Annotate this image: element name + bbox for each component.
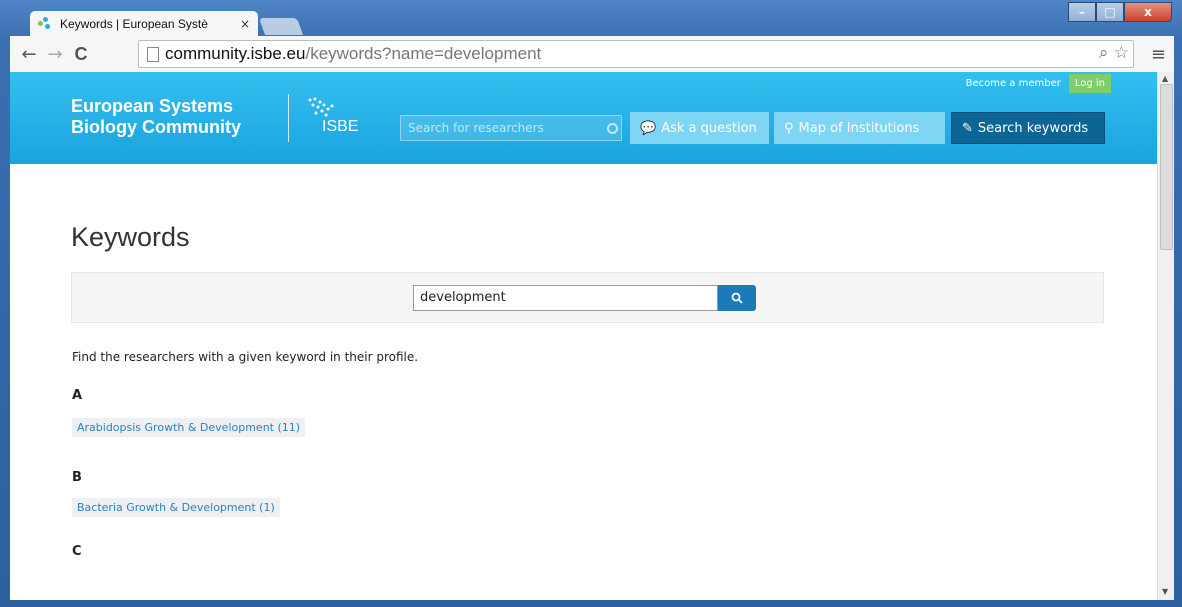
new-tab-button[interactable] [258, 18, 304, 35]
address-bar[interactable]: community.isbe.eu/keywords?name=developm… [138, 40, 1134, 68]
search-keywords-label: Search keywords [977, 120, 1089, 136]
account-links: Become a member Log in [966, 74, 1111, 93]
maximize-button[interactable]: □ [1096, 2, 1124, 22]
browser-menu-icon[interactable]: ≡ [1151, 44, 1166, 65]
keyword-link[interactable]: Arabidopsis Growth & Development (11) [72, 418, 306, 437]
map-institutions-button[interactable]: ⚲ Map of Institutions [774, 112, 945, 144]
chat-bubbles-icon: 💬 [640, 120, 657, 136]
brand-divider [288, 94, 289, 142]
back-button[interactable]: ← [18, 44, 40, 65]
browser-window: Keywords | European Systè × – □ x ← → C … [0, 0, 1182, 607]
letter-heading-a: A [72, 388, 83, 403]
tab-close-icon[interactable]: × [238, 17, 252, 31]
intro-text: Find the researchers with a given keywor… [72, 350, 419, 364]
become-member-link[interactable]: Become a member [966, 78, 1061, 89]
isbe-logo-text: ISBE [322, 118, 359, 135]
main-content: Keywords development Find the researcher… [10, 164, 1157, 562]
page-title: Keywords [71, 222, 190, 252]
forward-button[interactable]: → [44, 44, 66, 65]
scroll-up-arrow-icon[interactable]: ▲ [1162, 74, 1168, 83]
page-icon [147, 46, 159, 62]
keyword-search-button[interactable] [718, 285, 756, 311]
zoom-and-bookmark-icons[interactable]: ⌕ ☆ [1099, 43, 1129, 63]
ask-question-label: Ask a question [661, 120, 757, 136]
close-window-button[interactable]: x [1124, 2, 1172, 22]
keyword-link[interactable]: Bacteria Growth & Development (1) [72, 498, 280, 517]
window-controls: – □ x [1068, 2, 1172, 22]
login-button[interactable]: Log in [1068, 74, 1111, 93]
search-keywords-button[interactable]: ✎ Search keywords [951, 112, 1105, 144]
page-scrollbar[interactable]: ▲ ▼ [1157, 72, 1174, 600]
researcher-search-placeholder: Search for researchers [408, 121, 544, 135]
page-viewport: European Systems Biology Community ISBE … [10, 72, 1174, 600]
keyword-search-band: development [71, 272, 1104, 323]
favicon-icon [38, 16, 52, 31]
map-institutions-label: Map of Institutions [798, 120, 920, 136]
title-bar: Keywords | European Systè × – □ x [0, 0, 1182, 36]
keyword-search-input[interactable]: development [413, 285, 718, 311]
researcher-search-input[interactable]: Search for researchers [400, 115, 622, 141]
tab-title: Keywords | European Systè [60, 16, 208, 31]
url-host: community.isbe.eu [165, 44, 306, 63]
url-text: community.isbe.eu/keywords?name=developm… [165, 44, 541, 64]
tag-icon: ✎ [962, 120, 973, 136]
brand-line-1: European Systems [71, 96, 234, 116]
reload-button[interactable]: C [70, 44, 92, 65]
url-path: /keywords?name=development [305, 44, 542, 63]
search-icon [731, 292, 743, 304]
letter-heading-c: C [72, 544, 82, 559]
ask-question-button[interactable]: 💬 Ask a question [630, 112, 769, 144]
site-brand[interactable]: European Systems Biology Community [71, 96, 241, 138]
isbe-logo[interactable]: ISBE [306, 96, 362, 140]
letter-heading-b: B [72, 470, 82, 485]
minimize-button[interactable]: – [1068, 2, 1096, 22]
browser-toolbar: ← → C community.isbe.eu/keywords?name=de… [10, 36, 1174, 72]
scroll-down-arrow-icon[interactable]: ▼ [1162, 587, 1168, 596]
map-marker-icon: ⚲ [784, 120, 794, 136]
browser-tab[interactable]: Keywords | European Systè × [30, 11, 258, 36]
brand-line-2: Biology Community [71, 117, 241, 137]
scrollbar-thumb[interactable] [1160, 84, 1173, 250]
search-spinner-icon [607, 123, 618, 134]
